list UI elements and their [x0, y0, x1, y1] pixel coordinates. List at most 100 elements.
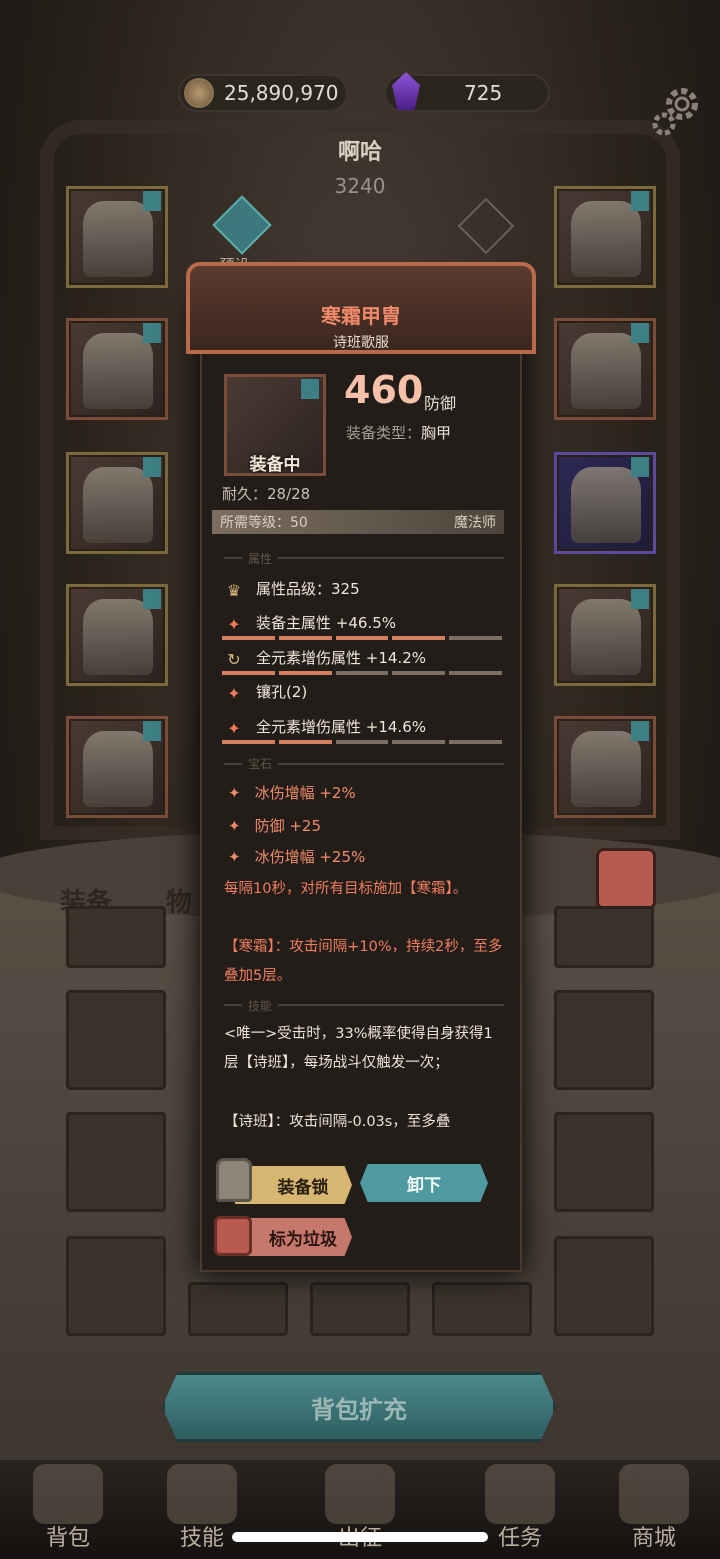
attr-bar	[222, 671, 502, 675]
level-badge	[301, 379, 319, 399]
equip-type: 装备类型：胸甲	[346, 422, 451, 443]
scroll-icon	[485, 1464, 555, 1524]
trash-icon	[214, 1216, 252, 1256]
unequip-button[interactable]: 卸下	[360, 1164, 488, 1202]
level-badge	[631, 191, 649, 211]
character-name: 啊哈	[337, 140, 382, 165]
equip-slot-pet[interactable]	[554, 716, 656, 818]
bag-cell[interactable]	[66, 1112, 166, 1212]
coin-icon	[184, 78, 214, 108]
defense-value: 460	[344, 368, 424, 412]
equip-slot-chest[interactable]	[66, 318, 168, 420]
equip-slot-necklace[interactable]	[554, 318, 656, 420]
trash-bin-icon[interactable]	[596, 848, 656, 910]
section-skill-title: 技能	[242, 997, 279, 1014]
item-name: 寒霜甲胄	[321, 304, 401, 328]
sword-icon	[325, 1464, 395, 1524]
section-gem-title: 宝石	[242, 755, 279, 772]
equip-slot-boots[interactable]	[66, 716, 168, 818]
attr-grade-row: ♛ 属性品级：325	[224, 578, 360, 600]
attr-bar	[222, 636, 502, 640]
equipped-status: 装备中	[249, 455, 301, 475]
attr-row: ✦ 装备主属性 +46.5%	[224, 612, 396, 634]
gem-text: 防御 +25	[254, 817, 322, 835]
attr-text: 全元素增伤属性 +14.6%	[256, 718, 426, 736]
level-badge	[143, 589, 161, 609]
grade-crown-icon: ♛	[226, 580, 242, 600]
attr-row: ↻ 全元素增伤属性 +14.2%	[224, 647, 426, 669]
wolf-icon	[571, 731, 641, 807]
nav-label: 背包	[45, 1526, 90, 1551]
attr-star-icon: ✦	[227, 718, 241, 738]
bag-cell[interactable]	[554, 990, 654, 1090]
attr-star-icon: ✦	[227, 614, 241, 634]
cloak-icon	[83, 467, 153, 543]
level-badge	[143, 191, 161, 211]
shop-icon	[619, 1464, 689, 1524]
attr-grade-text: 属性品级：325	[256, 580, 360, 598]
staff-icon	[571, 599, 641, 675]
chain-icon	[571, 333, 641, 409]
attr-text: 全元素增伤属性 +14.2%	[256, 649, 426, 667]
bag-cell[interactable]	[554, 1112, 654, 1212]
equip-slot-mask[interactable]	[554, 186, 656, 288]
defense-label: 防御	[424, 394, 457, 413]
bag-icon	[33, 1464, 103, 1524]
bag-cell[interactable]	[66, 990, 166, 1090]
tab-items[interactable]: 物	[166, 882, 192, 919]
attr-bar	[222, 740, 502, 744]
level-badge	[631, 721, 649, 741]
equip-slot-weapon[interactable]	[554, 584, 656, 686]
gem-text: 冰伤增幅 +25%	[254, 848, 366, 866]
lock-icon	[216, 1158, 252, 1202]
mask-icon	[571, 201, 641, 277]
level-badge	[143, 457, 161, 477]
required-level: 所需等级：50	[220, 515, 308, 531]
robe-icon	[83, 599, 153, 675]
nav-label: 商城	[631, 1526, 676, 1551]
attr-row: ✦ 全元素增伤属性 +14.6%	[224, 716, 426, 738]
equip-type-value: 胸甲	[421, 424, 452, 442]
armor-icon	[83, 333, 153, 409]
gem-row: ✦ 防御 +25	[228, 815, 321, 836]
level-badge	[143, 721, 161, 741]
nav-shop[interactable]: 商城	[604, 1464, 704, 1552]
bag-cell[interactable]	[188, 1282, 288, 1336]
boots-icon	[83, 731, 153, 807]
preset-diamond-icon	[212, 195, 272, 255]
gem-counter: 725	[384, 72, 550, 112]
gem-amount: 725	[464, 81, 503, 105]
skill-book-icon	[167, 1464, 237, 1524]
attr-text: 装备主属性 +46.5%	[256, 614, 396, 632]
coin-counter: 25,890,970	[178, 74, 348, 112]
bag-cell[interactable]	[554, 906, 654, 968]
section-attr-title: 属性	[242, 550, 279, 567]
set-effect-2: 【寒霜】：攻击间隔+10%，持续2秒，至多叠加5层。	[224, 939, 503, 984]
gem-row: ✦ 冰伤增幅 +25%	[228, 846, 365, 867]
settings-gear-icon[interactable]	[650, 84, 704, 138]
bag-cell[interactable]	[310, 1282, 410, 1336]
equip-slot-cloak[interactable]	[66, 452, 168, 554]
bag-cell[interactable]	[66, 1236, 166, 1336]
durability: 耐久：28/28	[222, 485, 311, 503]
set-effect-1: 每隔10秒，对所有目标施加【寒霜】。	[224, 881, 468, 897]
expand-bag-button[interactable]: 背包扩充	[162, 1372, 556, 1442]
gem-row: ✦ 冰伤增幅 +2%	[228, 782, 356, 803]
equip-type-label: 装备类型：	[346, 424, 422, 442]
bag-cell[interactable]	[432, 1282, 532, 1336]
gem-star-icon: ✦	[228, 848, 241, 866]
reroll-icon: ↻	[227, 649, 241, 669]
equip-slot-offhand[interactable]	[554, 452, 656, 554]
tome-icon	[571, 467, 641, 543]
bag-cell[interactable]	[66, 906, 166, 968]
nav-bag[interactable]: 背包	[18, 1464, 118, 1552]
attr-row: ✦ 镶孔(2)	[224, 681, 307, 703]
attr-star-icon: ✦	[227, 683, 241, 703]
bag-cell[interactable]	[554, 1236, 654, 1336]
gem-star-icon: ✦	[228, 784, 241, 802]
skill-desc-2: 【诗班】：攻击间隔-0.03s，至多叠	[224, 1114, 451, 1130]
equip-slot-legs[interactable]	[66, 584, 168, 686]
level-badge	[631, 589, 649, 609]
equip-slot-helmet[interactable]	[66, 186, 168, 288]
hood-icon	[83, 201, 153, 277]
